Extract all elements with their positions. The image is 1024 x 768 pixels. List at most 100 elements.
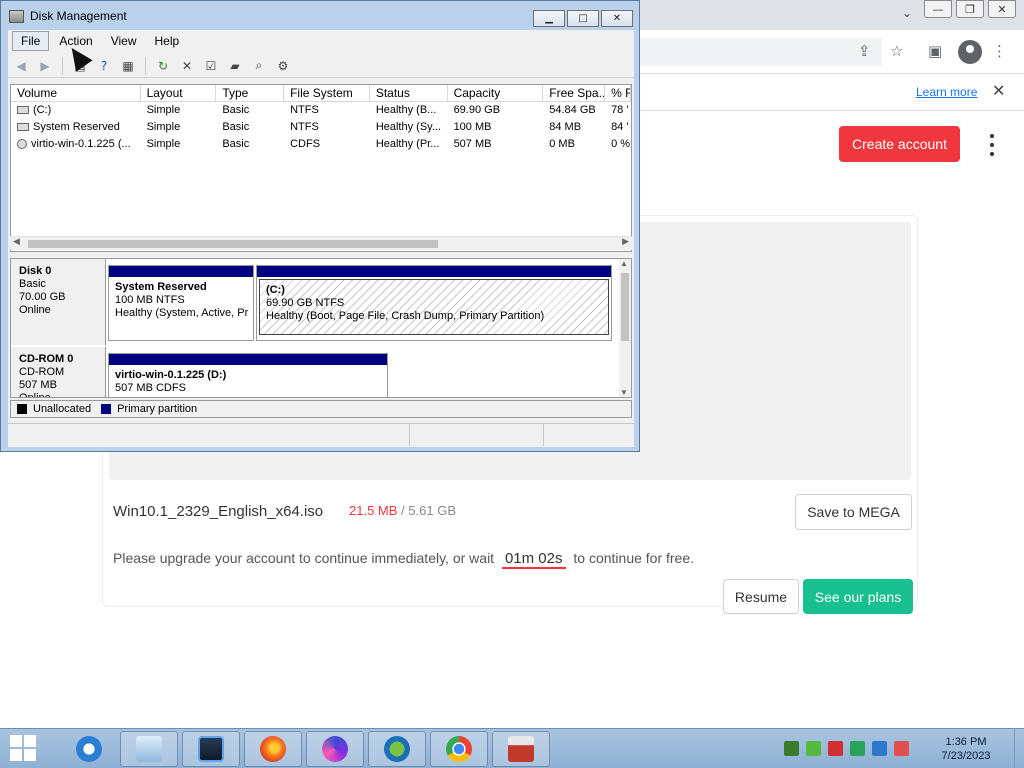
tray-display-icon[interactable] xyxy=(872,741,887,756)
profile-avatar[interactable] xyxy=(958,40,982,64)
close-button[interactable]: ✕ xyxy=(988,0,1016,18)
partition-cdrom[interactable]: virtio-win-0.1.225 (D:) 507 MB CDFS xyxy=(108,353,388,397)
volume-cell: (C:) xyxy=(11,102,141,119)
table-row[interactable]: System Reserved Simple Basic NTFS Health… xyxy=(11,119,631,136)
scroll-right-icon[interactable]: ▶ xyxy=(622,237,629,247)
scroll-up-icon[interactable]: ▲ xyxy=(620,259,628,268)
more-options-icon[interactable] xyxy=(986,134,998,156)
taskbar-download-manager[interactable] xyxy=(368,731,426,767)
share-icon[interactable]: ⇪ xyxy=(858,42,871,60)
taskbar-computer-management[interactable] xyxy=(492,731,550,767)
column-header[interactable]: % F xyxy=(605,85,631,101)
save-to-mega-button[interactable]: Save to MEGA xyxy=(795,494,912,530)
menu-view[interactable]: View xyxy=(103,32,145,50)
start-button[interactable] xyxy=(10,735,40,763)
taskbar-burner-app[interactable] xyxy=(306,731,364,767)
partition-system-reserved[interactable]: System Reserved 100 MB NTFS Healthy (Sys… xyxy=(108,265,254,341)
partition-info: (C:) 69.90 GB NTFS Healthy (Boot, Page F… xyxy=(260,280,608,327)
legend: Unallocated Primary partition xyxy=(10,400,632,418)
taskbar-firefox[interactable] xyxy=(244,731,302,767)
chrome-icon xyxy=(446,736,472,762)
status-cell: Healthy (Pr... xyxy=(375,138,440,150)
disk-0-label[interactable]: Disk 0 Basic 70.00 GB Online xyxy=(11,259,106,345)
window-title-bar[interactable]: Disk Management xyxy=(9,9,127,23)
taskbar-internet-explorer[interactable] xyxy=(60,731,118,767)
resume-button[interactable]: Resume xyxy=(723,579,799,614)
search-icon[interactable]: ⌕ xyxy=(250,57,268,75)
toolbar: ◀ ▶ ▤ ? ▦ ↻ ✕ ☑ ▰ ⌕ ⚙ xyxy=(8,54,634,78)
disk-type: CD-ROM xyxy=(19,366,65,378)
open-folder-icon[interactable]: ▰ xyxy=(226,57,244,75)
filesystem-cell: NTFS xyxy=(290,121,319,133)
learn-more-link[interactable]: Learn more xyxy=(916,85,977,99)
windows-logo-pane xyxy=(24,749,36,761)
disk-management-client: File Action View Help ◀ ▶ ▤ ? ▦ ↻ ✕ ☑ ▰ … xyxy=(8,30,634,447)
partition-info: virtio-win-0.1.225 (D:) 507 MB CDFS xyxy=(109,365,387,397)
create-account-button[interactable]: Create account xyxy=(839,126,960,162)
column-header[interactable]: Capacity xyxy=(448,85,544,101)
minimize-button[interactable]: ▁ xyxy=(533,10,565,27)
partition-size: 69.90 GB NTFS xyxy=(266,297,345,309)
scroll-down-icon[interactable]: ▼ xyxy=(620,388,628,397)
filesystem-cell: CDFS xyxy=(290,138,321,150)
toolbar-separator xyxy=(62,56,63,75)
tray-volume-muted-icon[interactable] xyxy=(894,741,909,756)
close-icon[interactable]: ✕ xyxy=(992,81,1005,100)
menu-file[interactable]: File xyxy=(12,31,50,51)
forward-arrow-icon[interactable]: ▶ xyxy=(36,57,54,75)
scrollbar-thumb[interactable] xyxy=(621,273,629,341)
system-clock[interactable]: 1:36 PM 7/23/2023 xyxy=(936,735,996,763)
delete-icon[interactable]: ✕ xyxy=(178,57,196,75)
properties-icon[interactable]: ▦ xyxy=(119,57,137,75)
see-our-plans-button[interactable]: See our plans xyxy=(803,579,913,614)
percent-free-cell: 78 ' xyxy=(611,104,629,116)
taskbar-file-explorer[interactable] xyxy=(120,731,178,767)
refresh-icon[interactable]: ↻ xyxy=(154,57,172,75)
windows-logo-pane xyxy=(24,735,36,747)
partition-selected-area: (C:) 69.90 GB NTFS Healthy (Boot, Page F… xyxy=(259,279,609,335)
percent-free-cell: 84 ' xyxy=(611,121,629,133)
download-manager-icon xyxy=(384,736,410,762)
percent-free-cell: 0 % xyxy=(611,138,631,150)
drive-icon xyxy=(17,123,29,132)
restore-button[interactable]: ❐ xyxy=(956,0,984,18)
scrollbar-thumb[interactable] xyxy=(28,240,438,248)
windows-logo-pane xyxy=(10,735,22,747)
partition-c[interactable]: (C:) 69.90 GB NTFS Healthy (Boot, Page F… xyxy=(256,265,612,341)
minimize-button[interactable]: — xyxy=(924,0,952,18)
address-bar[interactable] xyxy=(600,38,882,66)
table-row[interactable]: virtio-win-0.1.225 (... Simple Basic CDF… xyxy=(11,136,631,153)
volume-list-header: Volume Layout Type File System Status Ca… xyxy=(11,85,631,102)
cdrom-0-label[interactable]: CD-ROM 0 CD-ROM 507 MB Online xyxy=(11,347,106,397)
column-header[interactable]: Layout xyxy=(141,85,217,101)
browser-window-controls: — ❐ ✕ xyxy=(924,0,1016,18)
side-panel-icon[interactable]: ▣ xyxy=(928,42,942,60)
column-header[interactable]: Type xyxy=(216,85,285,101)
settings-icon[interactable]: ⚙ xyxy=(274,57,292,75)
help-icon[interactable]: ? xyxy=(95,57,113,75)
checklist-icon[interactable]: ☑ xyxy=(202,57,220,75)
column-header[interactable]: Free Spa... xyxy=(543,85,606,101)
partition-name: virtio-win-0.1.225 (D:) xyxy=(115,369,227,381)
close-button[interactable]: ✕ xyxy=(601,10,633,27)
browser-menu-icon[interactable]: ⋮ xyxy=(992,42,1007,60)
column-header[interactable]: File System xyxy=(284,85,370,101)
show-desktop-button[interactable] xyxy=(1014,729,1024,768)
tray-flag-icon[interactable] xyxy=(850,741,865,756)
taskbar-media-app[interactable] xyxy=(182,731,240,767)
bookmark-star-icon[interactable]: ☆ xyxy=(890,42,903,60)
table-row[interactable]: (C:) Simple Basic NTFS Healthy (B... 69.… xyxy=(11,102,631,119)
horizontal-scrollbar[interactable]: ◀ ▶ xyxy=(10,236,632,250)
vertical-scrollbar[interactable]: ▲ ▼ xyxy=(619,259,631,397)
menu-help[interactable]: Help xyxy=(147,32,188,50)
taskbar-chrome[interactable] xyxy=(430,731,488,767)
tray-network-app-icon[interactable] xyxy=(784,741,799,756)
back-arrow-icon[interactable]: ◀ xyxy=(12,57,30,75)
column-header[interactable]: Status xyxy=(370,85,448,101)
column-header[interactable]: Volume xyxy=(11,85,141,101)
scroll-left-icon[interactable]: ◀ xyxy=(13,237,20,247)
tab-search-chevron-icon[interactable]: ⌄ xyxy=(902,6,912,20)
maximize-button[interactable]: □ xyxy=(567,10,599,27)
tray-torrent-icon[interactable] xyxy=(806,741,821,756)
tray-shield-icon[interactable] xyxy=(828,741,843,756)
